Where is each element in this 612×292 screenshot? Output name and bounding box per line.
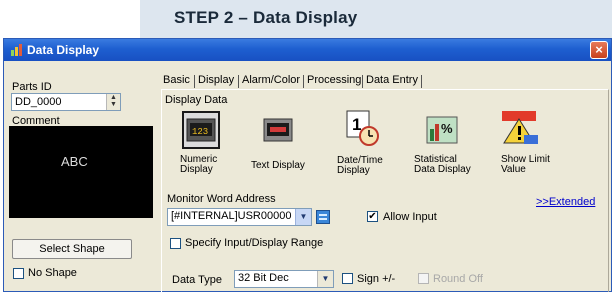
data-display-icon: [11, 44, 22, 56]
close-icon: ×: [595, 42, 603, 57]
tab-divider: [194, 75, 195, 88]
tab-content-frame: [161, 89, 609, 292]
data-type-combo[interactable]: 32 Bit Dec ▼: [234, 270, 334, 288]
sign-label: Sign +/-: [357, 273, 396, 285]
svg-text:123: 123: [192, 127, 208, 137]
chevron-down-icon[interactable]: ▼: [317, 271, 333, 287]
no-shape-label: No Shape: [28, 267, 77, 279]
tab-basic[interactable]: Basic: [163, 73, 190, 89]
sign-checkbox[interactable]: [342, 273, 353, 284]
show-limit-option[interactable]: [500, 109, 540, 147]
monitor-address-label: Monitor Word Address: [167, 193, 276, 205]
tab-data-entry[interactable]: Data Entry: [366, 73, 418, 89]
date-time-icon: 1: [346, 110, 379, 146]
svg-text:1: 1: [352, 115, 361, 134]
data-type-label: Data Type: [172, 274, 222, 286]
tab-divider: [238, 75, 239, 88]
tab-alarm-color[interactable]: Alarm/Color: [242, 73, 300, 89]
window-title: Data Display: [27, 43, 100, 57]
show-limit-label: Show Limit Value: [501, 154, 550, 175]
parts-id-value: DD_0000: [15, 96, 62, 108]
text-display-option[interactable]: [261, 113, 295, 147]
data-display-dialog: Data Display × Parts ID DD_0000 ▲ ▼ Comme…: [3, 38, 612, 292]
address-input-button[interactable]: [316, 210, 330, 224]
numeric-display-option[interactable]: 123: [182, 111, 220, 149]
text-display-icon: [263, 118, 293, 142]
tab-divider: [362, 75, 363, 88]
shape-preview: ABC: [9, 126, 153, 218]
tab-alarm-color-label: Alarm/Color: [242, 74, 301, 86]
specify-range-label: Specify Input/Display Range: [185, 237, 324, 249]
tab-divider: [303, 75, 304, 88]
statistical-icon: %: [426, 116, 458, 144]
parts-id-field[interactable]: DD_0000 ▲ ▼: [11, 93, 121, 111]
tab-processing[interactable]: Processing: [307, 73, 361, 89]
data-type-value: 32 Bit Dec: [238, 272, 289, 284]
parts-id-label: Parts ID: [12, 81, 52, 93]
select-shape-label: Select Shape: [39, 243, 105, 255]
monitor-address-combo[interactable]: [#INTERNAL]USR00000 ▼: [167, 208, 312, 226]
tab-display[interactable]: Display: [198, 73, 234, 89]
tab-display-label: Display: [198, 74, 235, 86]
step-banner: STEP 2 – Data Display: [140, 0, 612, 38]
tab-processing-label: Processing: [307, 74, 362, 86]
checkmark-icon: ✔: [368, 211, 377, 222]
preview-text: ABC: [61, 154, 88, 169]
date-time-option[interactable]: 1: [344, 109, 380, 147]
round-off-label: Round Off: [433, 273, 483, 285]
allow-input-label: Allow Input: [383, 211, 437, 223]
step-banner-text: STEP 2 – Data Display: [174, 8, 358, 27]
select-shape-button[interactable]: Select Shape: [12, 239, 132, 259]
show-limit-icon: [502, 111, 538, 144]
close-button[interactable]: ×: [590, 41, 608, 59]
keypad-icon: [319, 214, 327, 220]
no-shape-checkbox[interactable]: [13, 268, 24, 279]
allow-input-checkbox[interactable]: ✔: [367, 211, 378, 222]
extended-link[interactable]: >>Extended: [536, 196, 595, 208]
statistical-label: Statistical Data Display: [414, 154, 471, 175]
numeric-display-icon: 123: [186, 118, 216, 142]
parts-id-spinner[interactable]: ▲ ▼: [106, 94, 120, 110]
specify-range-checkbox[interactable]: [170, 238, 181, 249]
title-bar[interactable]: Data Display ×: [4, 39, 611, 61]
svg-text:%: %: [441, 121, 453, 136]
tab-divider: [421, 75, 422, 88]
chevron-down-icon[interactable]: ▼: [295, 209, 311, 225]
display-data-label: Display Data: [165, 94, 228, 106]
monitor-address-value: [#INTERNAL]USR00000: [171, 210, 292, 222]
date-time-label: Date/Time Display: [337, 155, 383, 176]
text-display-label: Text Display: [251, 160, 305, 171]
tab-data-entry-label: Data Entry: [366, 74, 418, 86]
numeric-display-label: Numeric Display: [180, 154, 218, 175]
tab-basic-label: Basic: [163, 74, 190, 86]
round-off-checkbox[interactable]: [418, 273, 429, 284]
statistical-option[interactable]: %: [425, 111, 461, 147]
left-panel: Parts ID DD_0000 ▲ ▼ Comment ABC Select S…: [4, 61, 156, 292]
